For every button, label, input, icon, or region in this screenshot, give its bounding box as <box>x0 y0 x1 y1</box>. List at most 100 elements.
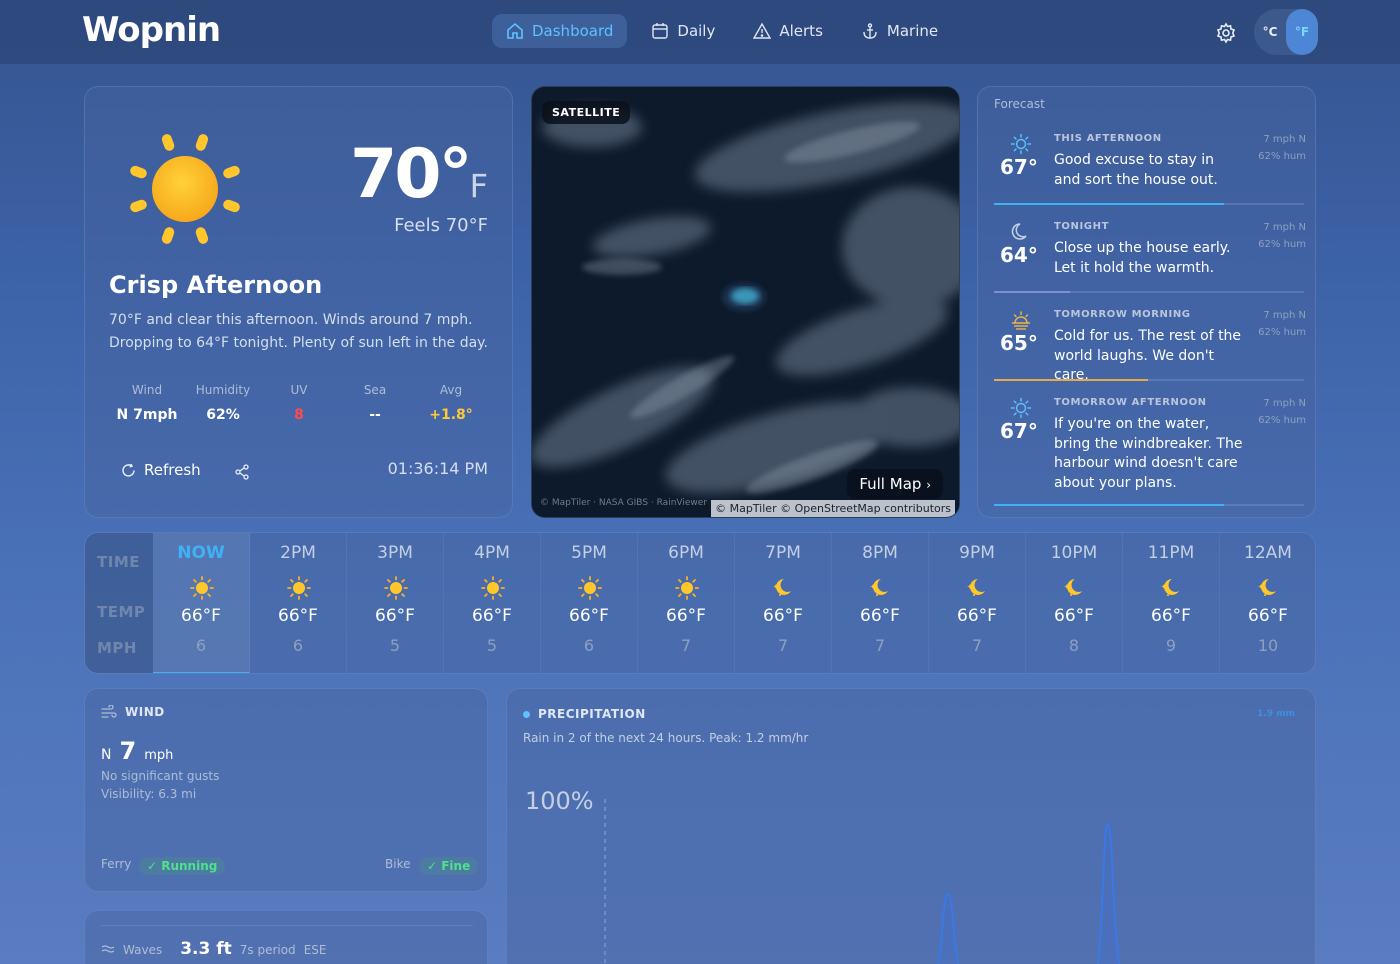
tab-alerts[interactable]: Alerts <box>739 14 837 48</box>
hour-temp: 66°F <box>1248 606 1288 626</box>
condition-description: 70°F and clear this afternoon. Winds aro… <box>109 312 488 351</box>
current-temperature: 70°F <box>349 135 488 214</box>
condition-title: Crisp Afternoon <box>109 271 323 299</box>
stat-avg: Avg +1.8° <box>429 383 473 423</box>
hour-wind: 7 <box>971 636 983 655</box>
map-attribution-left: © MapTiler · NASA GIBS · RainViewer <box>540 498 707 508</box>
moon-star-icon <box>967 579 985 596</box>
precipitation-header: PRECIPITATION <box>523 707 646 721</box>
map-attribution-right[interactable]: © MapTiler © OpenStreetMap contributors <box>711 500 955 517</box>
hour-temp: 66°F <box>1054 606 1094 626</box>
refresh-button[interactable]: Refresh <box>121 461 201 479</box>
celsius-option[interactable]: °C <box>1254 9 1286 55</box>
forecast-meta: 7 mph N 62% hum <box>1258 222 1306 250</box>
forecast-meta: 7 mph N 62% hum <box>1258 134 1306 162</box>
forecast-text: Good excuse to stay in and sort the hous… <box>1054 152 1218 188</box>
sun-icon <box>675 576 699 600</box>
current-stats: Wind N 7mph Humidity 62% UV 8 Sea -- Avg +1.8… <box>109 383 489 423</box>
ferry-status-badge: ✓ Running <box>139 857 226 875</box>
wind-card: WIND N 7 mph No significant gusts Visibi… <box>84 688 488 892</box>
tab-dashboard[interactable]: Dashboard <box>492 14 628 48</box>
tab-marine[interactable]: Marine <box>847 14 952 48</box>
bike-label: Bike <box>385 857 411 871</box>
forecast-period: TONIGHT <box>1054 221 1110 232</box>
hourly-column[interactable]: 4PM 66°F 5 <box>444 533 541 673</box>
precip-curve-1 <box>937 893 959 964</box>
forecast-divider <box>994 379 1304 381</box>
sun-icon <box>578 576 602 600</box>
hour-label: 11PM <box>1147 543 1195 563</box>
hour-wind: 6 <box>195 636 207 655</box>
forecast-meta: 7 mph N 62% hum <box>1258 310 1306 338</box>
full-map-button[interactable]: Full Map › <box>847 469 943 499</box>
hour-temp: 66°F <box>763 606 803 626</box>
satellite-imagery <box>532 87 959 517</box>
unit-toggle[interactable]: °C °F <box>1254 9 1318 55</box>
hourly-column[interactable]: 8PM 66°F 7 <box>832 533 929 673</box>
hourly-column[interactable]: 5PM 66°F 6 <box>541 533 638 673</box>
stat-wind: Wind N 7mph <box>116 383 178 423</box>
app-logo[interactable]: Wopnin <box>82 10 221 50</box>
row-label-temp: TEMP <box>97 603 146 621</box>
warning-icon <box>753 22 772 39</box>
hour-wind: 5 <box>389 636 401 655</box>
divider <box>101 925 473 926</box>
hourly-column[interactable]: 2PM 66°F 6 <box>250 533 347 673</box>
hour-label: 5PM <box>571 543 607 563</box>
hour-wind: 10 <box>1257 636 1279 655</box>
sunrise-icon <box>1012 311 1030 330</box>
anchor-icon <box>863 23 877 39</box>
moon-star-icon <box>1064 579 1082 596</box>
tab-daily[interactable]: Daily <box>637 14 729 48</box>
precip-peak-badge: 1.9 mm <box>1257 709 1295 719</box>
forecast-temp: 65° <box>1000 331 1038 355</box>
hourly-column[interactable]: 11PM 66°F 9 <box>1123 533 1220 673</box>
hourly-column[interactable]: NOW 66°F 6 <box>153 533 250 673</box>
hour-label: 2PM <box>280 543 316 563</box>
forecast-divider <box>994 504 1304 506</box>
forecast-period: TOMORROW MORNING <box>1054 309 1191 320</box>
waves-icon <box>101 945 115 953</box>
forecast-temp: 67° <box>1000 419 1038 443</box>
precip-summary: Rain in 2 of the next 24 hours. Peak: 1.… <box>523 731 809 745</box>
stat-humidity: Humidity 62% <box>195 383 251 423</box>
hour-wind: 5 <box>486 636 498 655</box>
hourly-column[interactable]: 3PM 66°F 5 <box>347 533 444 673</box>
wind-details: No significant gusts Visibility: 6.3 mi <box>101 769 220 801</box>
hourly-column[interactable]: 12AM 66°F 10 <box>1220 533 1315 673</box>
hour-wind: 7 <box>680 636 692 655</box>
stat-uv: UV 8 <box>290 383 308 423</box>
main-nav: Dashboard Daily Alerts Marine <box>492 14 952 48</box>
hourly-column[interactable]: 6PM 66°F 7 <box>638 533 735 673</box>
moon-star-icon <box>870 579 888 596</box>
hour-label: 6PM <box>668 543 704 563</box>
share-icon[interactable] <box>235 464 249 480</box>
wind-icon <box>101 705 117 718</box>
precip-axis-label: 100% <box>525 787 594 815</box>
hour-label: 4PM <box>474 543 510 563</box>
precipitation-card: PRECIPITATION 1.9 mm Rain in 2 of the ne… <box>506 688 1316 964</box>
hourly-column[interactable]: 7PM 66°F 7 <box>735 533 832 673</box>
hourly-column[interactable]: 10PM 66°F 8 <box>1026 533 1123 673</box>
waves-card: Waves 3.3 ft 7s period ESE <box>84 910 488 964</box>
sun-icon <box>287 576 311 600</box>
settings-gear-icon[interactable] <box>1215 22 1237 44</box>
fahrenheit-option[interactable]: °F <box>1286 9 1318 55</box>
forecast-temp: 67° <box>1000 155 1038 179</box>
moon-star-icon <box>1161 579 1179 596</box>
hour-wind: 9 <box>1165 636 1177 655</box>
hourly-column[interactable]: 9PM 66°F 7 <box>929 533 1026 673</box>
forecast-text: If you're on the water, bring the windbr… <box>1054 416 1243 491</box>
row-label-time: TIME <box>97 553 140 571</box>
moon-star-icon <box>1258 579 1276 596</box>
sun-icon <box>481 576 505 600</box>
hour-label: 3PM <box>377 543 413 563</box>
forecast-text: Close up the house early. Let it hold th… <box>1054 240 1231 276</box>
bike-status-badge: ✓ Fine <box>419 857 479 875</box>
wind-header: WIND <box>101 705 165 719</box>
sun-icon <box>190 576 214 600</box>
precip-curve-2 <box>1096 823 1121 964</box>
ferry-label: Ferry <box>101 857 132 871</box>
current-time: 01:36:14 PM <box>387 459 488 478</box>
satellite-map[interactable]: SATELLITE Full Map › © MapTiler · NASA G… <box>531 86 960 518</box>
